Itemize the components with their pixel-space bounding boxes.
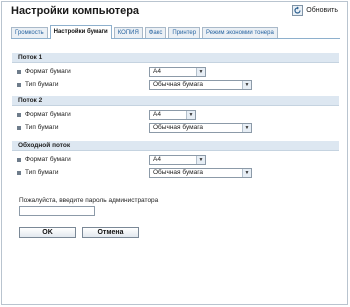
- paper-type-select[interactable]: Обычная бумага ▼: [149, 167, 252, 178]
- paper-size-select[interactable]: A4 ▼: [149, 109, 196, 120]
- refresh-button[interactable]: Обновить: [292, 5, 338, 16]
- select-value: Обычная бумага: [153, 168, 204, 176]
- refresh-label: Обновить: [306, 7, 338, 14]
- bullet-square-icon: [17, 170, 21, 175]
- paper-size-label: Формат бумаги: [25, 111, 71, 118]
- tab-paper-settings[interactable]: Настройки бумаги: [49, 25, 112, 39]
- paper-type-label: Тип бумаги: [25, 124, 59, 131]
- tab-fax[interactable]: Факс: [144, 27, 167, 38]
- paper-type-row: Тип бумаги Обычная бумага ▼: [12, 167, 339, 178]
- tab-bar: Громкость Настройки бумаги КОПИЯ Факс Пр…: [11, 24, 340, 39]
- paper-size-row: Формат бумаги A4 ▼: [12, 154, 339, 165]
- tab-toner-saving[interactable]: Режим экономии тонера: [202, 27, 278, 38]
- paper-type-label: Тип бумаги: [25, 81, 59, 88]
- tab-volume[interactable]: Громкость: [11, 27, 48, 38]
- chevron-down-icon: ▼: [186, 110, 195, 119]
- bypass-tray-section: Обходной поток Формат бумаги A4 ▼ Тип бу…: [12, 141, 339, 179]
- select-value: Обычная бумага: [153, 123, 204, 131]
- paper-size-row: Формат бумаги A4 ▼: [12, 66, 339, 77]
- bullet-square-icon: [17, 125, 21, 130]
- paper-size-label: Формат бумаги: [25, 68, 71, 75]
- section-title: Поток 1: [12, 53, 339, 63]
- bullet-square-icon: [17, 157, 21, 162]
- paper-size-label: Формат бумаги: [25, 156, 71, 163]
- chevron-down-icon: ▼: [242, 168, 251, 177]
- select-value: Обычная бумага: [153, 80, 204, 88]
- tray2-section: Поток 2 Формат бумаги A4 ▼ Тип бумаги Об…: [12, 96, 339, 134]
- page-title: Настройки компьютера: [11, 5, 140, 17]
- tray1-section: Поток 1 Формат бумаги A4 ▼ Тип бумаги Об…: [12, 53, 339, 91]
- paper-type-row: Тип бумаги Обычная бумага ▼: [12, 122, 339, 133]
- paper-size-row: Формат бумаги A4 ▼: [12, 109, 339, 120]
- refresh-icon: [292, 5, 304, 16]
- paper-type-select[interactable]: Обычная бумага ▼: [149, 122, 252, 133]
- paper-size-select[interactable]: A4 ▼: [149, 66, 206, 77]
- bullet-square-icon: [17, 112, 21, 117]
- select-value: A4: [153, 67, 161, 75]
- section-title: Обходной поток: [12, 141, 339, 151]
- cancel-button[interactable]: Отмена: [82, 227, 139, 238]
- paper-type-row: Тип бумаги Обычная бумага ▼: [12, 79, 339, 90]
- bullet-square-icon: [17, 82, 21, 87]
- section-title: Поток 2: [12, 96, 339, 106]
- chevron-down-icon: ▼: [242, 80, 251, 89]
- password-label: Пожалуйста, введите пароль администратор…: [19, 197, 159, 204]
- tab-printer[interactable]: Принтер: [168, 27, 201, 38]
- chevron-down-icon: ▼: [242, 123, 251, 132]
- paper-type-label: Тип бумаги: [25, 169, 59, 176]
- select-value: A4: [153, 110, 161, 118]
- paper-type-select[interactable]: Обычная бумага ▼: [149, 79, 252, 90]
- bullet-square-icon: [17, 69, 21, 74]
- chevron-down-icon: ▼: [196, 67, 205, 76]
- select-value: A4: [153, 155, 161, 163]
- admin-password-input[interactable]: [19, 206, 95, 216]
- paper-size-select[interactable]: A4 ▼: [149, 154, 206, 165]
- ok-button[interactable]: OK: [19, 227, 76, 238]
- chevron-down-icon: ▼: [196, 155, 205, 164]
- tab-copy[interactable]: КОПИЯ: [113, 27, 143, 38]
